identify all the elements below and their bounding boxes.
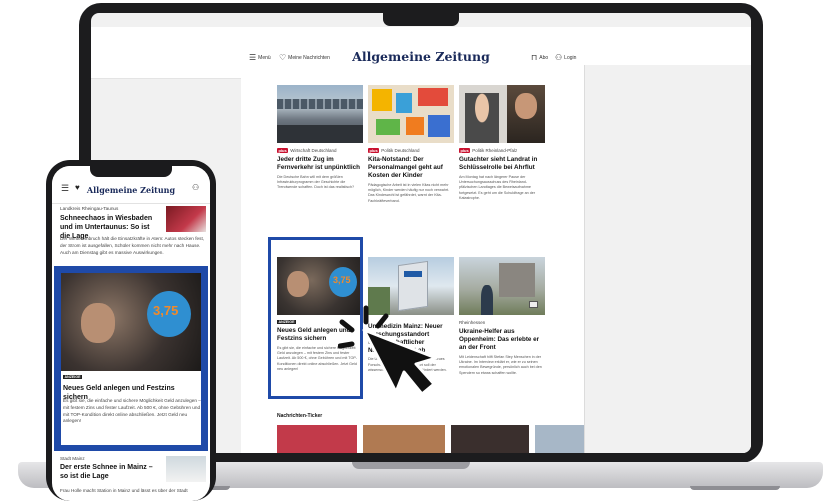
plus-badge: plus: [459, 148, 471, 153]
ad-card[interactable]: ANZEIGE Neues Geld anlegen und Festzins …: [61, 371, 201, 445]
ticker-image[interactable]: [535, 425, 584, 453]
abo-label: Abo: [539, 54, 549, 61]
ticker-heading: Nachrichten-Ticker: [277, 413, 323, 419]
article-title[interactable]: Jeder dritte Zug im Fernverkehr ist unpü…: [277, 156, 363, 172]
article-teaser: Die Deutsche Bahn will mit dem größten I…: [277, 174, 355, 190]
story-kicker: Landkreis Rheingau-Taunus: [60, 206, 119, 211]
ticker-image[interactable]: [451, 425, 529, 453]
plus-badge: plus: [368, 148, 380, 153]
snow-image[interactable]: [166, 456, 206, 482]
article-card[interactable]: Rheinhessen Ukraine-Helfer aus Oppenheim…: [459, 257, 545, 376]
article-title[interactable]: Ukraine-Helfer aus Oppenheim: Das erlebt…: [459, 328, 545, 352]
kita-image[interactable]: [368, 85, 454, 143]
article-title[interactable]: Gutachter sieht Landrat in Schlüsselroll…: [459, 156, 545, 172]
story-title[interactable]: Der erste Schnee in Mainz – so ist die L…: [60, 464, 160, 482]
laptop-foot: [690, 486, 780, 490]
abo-button[interactable]: ⊓ Abo: [531, 53, 548, 62]
story-text: Frau Holle macht Station in Mainz und lä…: [60, 488, 188, 493]
article-kicker: Wirtschaft Deutschland: [290, 148, 337, 153]
article-card[interactable]: plus Wirtschaft Deutschland Jeder dritte…: [277, 85, 363, 191]
laptop-opening-groove: [352, 462, 470, 469]
article-card[interactable]: plus Politik Deutschland Kita-Notstand: …: [368, 85, 454, 204]
user-icon: ⚇: [555, 53, 563, 62]
phone-screen: ☰ ♥ Allgemeine Zeitung ⚇ Landkreis Rhein…: [52, 166, 210, 501]
article-teaser: Pädagogische Arbeit ist in vielen Kitas …: [368, 182, 450, 203]
ticker-image[interactable]: [363, 425, 445, 453]
article-teaser: Mit Leidenschaft hilft Stefan Stey Mensc…: [459, 354, 542, 375]
side-panel: [584, 65, 751, 453]
article-title[interactable]: Kita-Notstand: Der Personalmangel geht a…: [368, 156, 454, 180]
click-cursor-icon: [338, 305, 438, 396]
phone-logo[interactable]: Allgemeine Zeitung: [52, 185, 210, 195]
device-mockup-scene: ☰ Menü ♡ Meine Nachrichten Allgemeine Ze…: [0, 0, 823, 501]
portraits-image[interactable]: [459, 85, 545, 143]
story-kicker: Stadt Mainz: [60, 456, 85, 461]
boxer-image[interactable]: 3,75: [61, 273, 201, 371]
article-card[interactable]: plus Politik Rheinland-Pfalz Gutachter s…: [459, 85, 545, 202]
phone-story[interactable]: Stadt Mainz Der erste Schnee in Mainz – …: [60, 456, 160, 482]
camera-icon: [529, 301, 538, 308]
train-station-image[interactable]: [277, 85, 363, 143]
article-kicker: Rheinhessen: [459, 320, 486, 325]
article-kicker: Politik Rheinland-Pfalz: [472, 148, 518, 153]
ad-badge: ANZEIGE: [63, 375, 82, 379]
user-icon[interactable]: ⚇: [192, 183, 199, 192]
bag-icon: ⊓: [531, 53, 538, 62]
camera-notch: [383, 13, 459, 26]
ukraine-image[interactable]: [459, 257, 545, 315]
ad-text: Es gibt sie, die einfache und sichere Mö…: [63, 398, 201, 424]
site-logo[interactable]: Allgemeine Zeitung: [91, 49, 751, 64]
highlight-frame: 3,75 ANZEIGE Neues Geld anlegen und Fest…: [54, 266, 208, 451]
snow-car-image[interactable]: [166, 206, 206, 232]
article-kicker: Politik Deutschland: [381, 148, 420, 153]
phone-notch: [90, 166, 172, 177]
ticker-image[interactable]: [277, 425, 357, 453]
login-label: Login: [564, 54, 577, 61]
article-teaser: Am Montag hat nach längerer Pause der Un…: [459, 174, 536, 201]
login-button[interactable]: ⚇ Login: [555, 53, 576, 62]
plus-badge: plus: [277, 148, 289, 153]
story-text: Der Wintereinbruch hält die Einsatzkräft…: [60, 236, 205, 255]
rate-label: 3,75: [153, 303, 179, 318]
